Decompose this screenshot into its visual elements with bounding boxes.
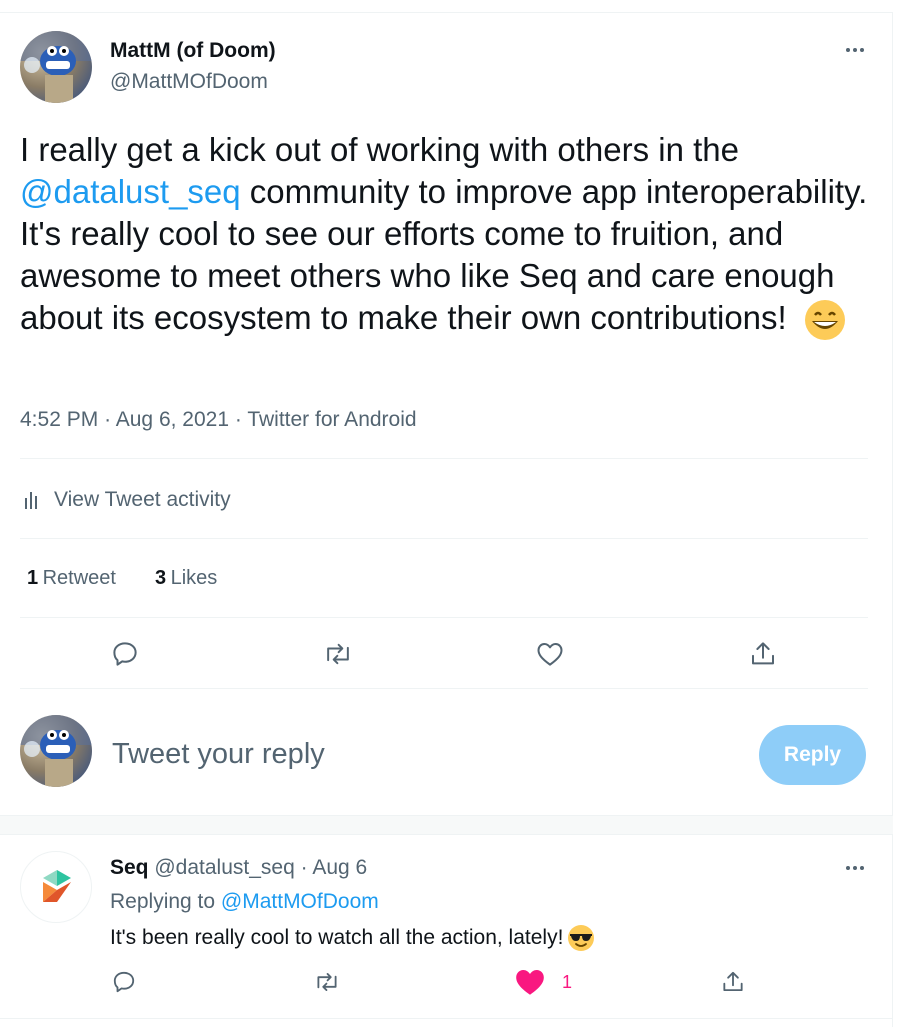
reply-like-button[interactable]: 1 (512, 962, 572, 1002)
reply-reply-icon[interactable] (104, 962, 144, 1002)
reply-header: Seq @datalust_seq · Aug 6 (110, 856, 367, 880)
reply-share-icon[interactable] (713, 962, 753, 1002)
activity-bars-icon (20, 489, 42, 511)
meta-separator: · (104, 408, 112, 431)
replying-to-line: Replying to @MattMOfDoom (110, 890, 379, 914)
likes-stat[interactable]: 3 Likes (155, 567, 217, 590)
tweet-text: I really get a kick out of working with … (20, 129, 870, 341)
reply-author-name[interactable]: Seq (110, 856, 149, 879)
author-handle[interactable]: @MattMOfDoom (110, 70, 268, 94)
meta-separator: · (234, 408, 242, 431)
tweet-text-start: I really get a kick out of working with … (20, 131, 740, 168)
tweet-source[interactable]: Twitter for Android (247, 408, 416, 431)
retweets-label: Retweet (42, 567, 116, 589)
reply-author-handle[interactable]: @datalust_seq (154, 856, 294, 879)
grinning-face-emoji-icon (804, 299, 846, 341)
retweets-stat[interactable]: 1 Retweet (27, 567, 116, 590)
reply-like-count: 1 (562, 971, 573, 992)
reply-input[interactable]: Tweet your reply (112, 738, 732, 778)
author-avatar[interactable] (20, 31, 92, 103)
heart-filled-icon (512, 964, 548, 1000)
reply-retweet-icon[interactable] (307, 962, 347, 1002)
more-options-icon[interactable] (840, 40, 870, 60)
reply-separator: · (300, 856, 308, 879)
sunglasses-face-emoji-icon (567, 924, 595, 952)
like-action-icon[interactable] (530, 634, 570, 674)
divider (0, 1018, 893, 1019)
reply-text: It's been really cool to watch all the a… (110, 924, 595, 952)
replying-to-link[interactable]: @MattMOfDoom (221, 890, 379, 913)
likes-count: 3 (155, 567, 167, 589)
divider (20, 688, 868, 689)
divider (20, 617, 868, 618)
retweet-action-icon[interactable] (318, 634, 358, 674)
likes-label: Likes (170, 567, 218, 589)
share-action-icon[interactable] (743, 634, 783, 674)
view-activity-link[interactable]: View Tweet activity (20, 484, 231, 516)
tweet-meta: 4:52 PM · Aug 6, 2021 · Twitter for Andr… (20, 408, 417, 432)
replying-to-prefix: Replying to (110, 890, 221, 913)
divider (20, 458, 868, 459)
reply-more-options-icon[interactable] (840, 858, 870, 878)
seq-avatar[interactable] (20, 851, 92, 923)
reply-action-icon[interactable] (105, 634, 145, 674)
tweet-time[interactable]: 4:52 PM (20, 408, 98, 431)
reply-date[interactable]: Aug 6 (312, 856, 367, 879)
reply-button[interactable]: Reply (759, 725, 866, 785)
reply-text-content: It's been really cool to watch all the a… (110, 926, 564, 949)
author-name[interactable]: MattM (of Doom) (110, 39, 276, 63)
tweet-mention-link[interactable]: @datalust_seq (20, 173, 241, 210)
view-activity-label: View Tweet activity (54, 488, 231, 511)
section-separator (0, 815, 893, 835)
divider (20, 538, 868, 539)
user-avatar[interactable] (20, 715, 92, 787)
retweets-count: 1 (27, 567, 39, 589)
tweet-date[interactable]: Aug 6, 2021 (116, 408, 229, 431)
